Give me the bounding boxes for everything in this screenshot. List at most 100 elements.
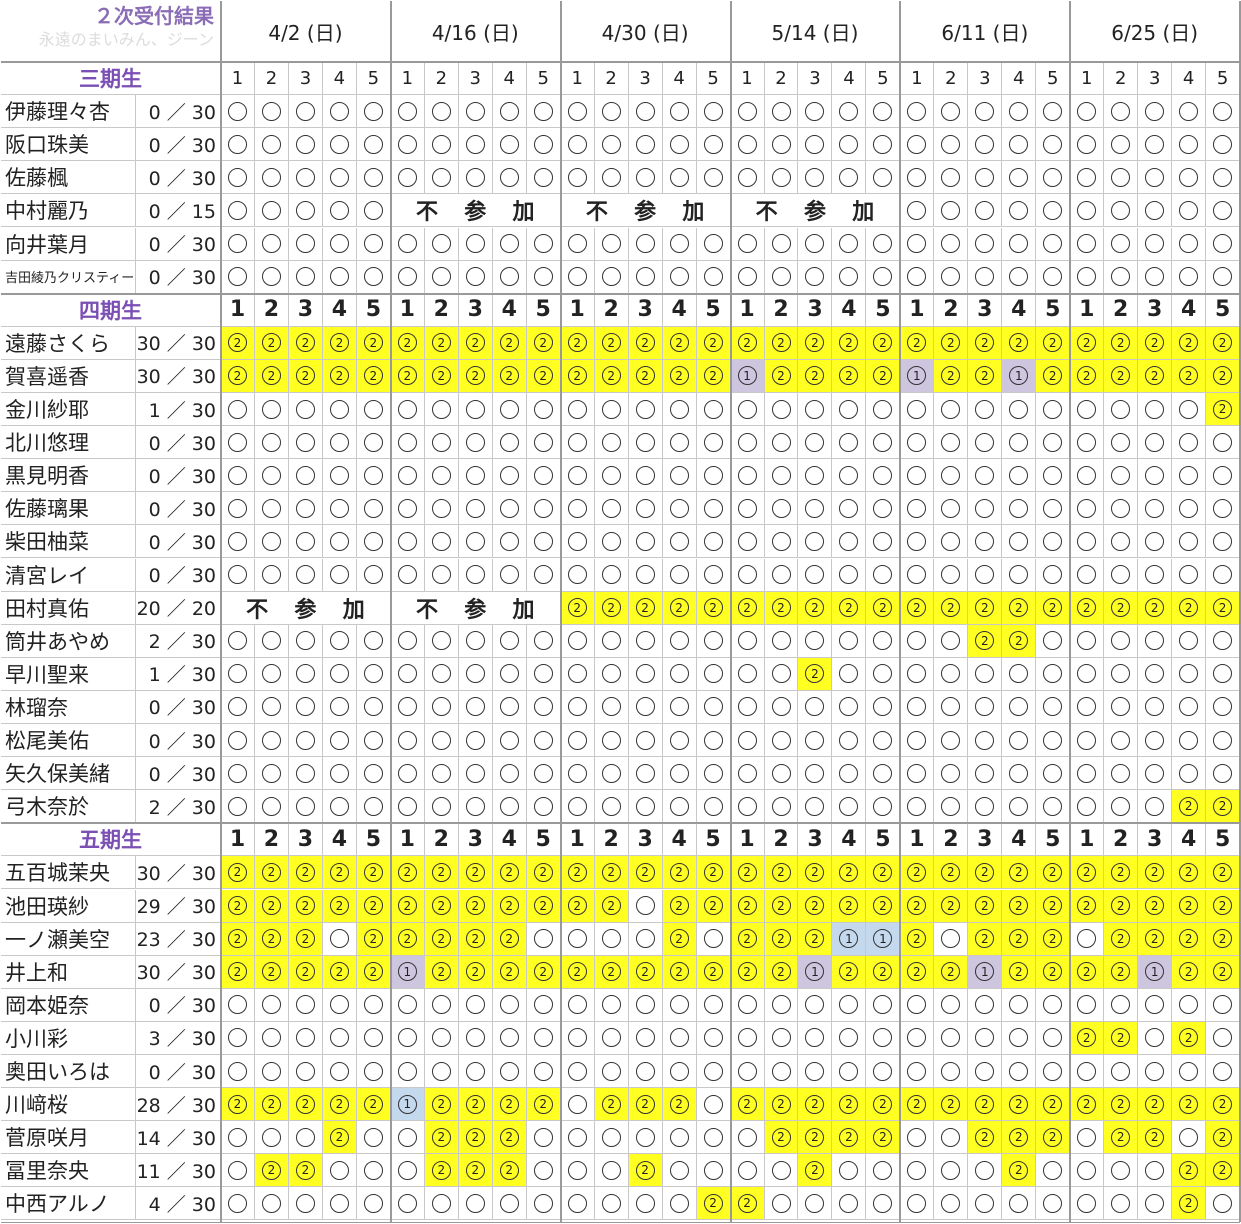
no-ticket-icon — [1077, 1160, 1097, 1180]
result-cell — [764, 492, 799, 526]
no-ticket-icon — [1009, 267, 1029, 287]
no-ticket-icon — [703, 432, 723, 452]
result-cell — [968, 459, 1003, 493]
two-tickets-icon: 2 — [431, 1160, 451, 1180]
result-cell — [288, 95, 323, 129]
result-cell: 2 — [1104, 359, 1139, 393]
no-ticket-icon — [465, 465, 485, 485]
no-ticket-icon — [975, 1028, 995, 1048]
result-cell — [594, 459, 629, 493]
part-number: 5 — [356, 62, 391, 96]
result-cell: 2 — [356, 889, 391, 923]
part-number: 3 — [628, 62, 663, 96]
result-cell — [594, 624, 629, 658]
result-cell — [798, 161, 833, 195]
result-cell — [832, 624, 867, 658]
result-cell — [1104, 790, 1139, 824]
result-cell — [424, 95, 459, 129]
result-cell: 2 — [730, 955, 765, 989]
no-ticket-icon — [635, 167, 655, 187]
result-cell — [832, 1187, 867, 1221]
result-cell — [594, 690, 629, 724]
result-cell — [1002, 194, 1037, 228]
no-ticket-icon — [941, 697, 961, 717]
two-tickets-icon: 2 — [805, 333, 825, 353]
no-ticket-icon — [533, 498, 553, 518]
no-ticket-icon — [771, 498, 791, 518]
result-cell — [1138, 95, 1173, 129]
result-cell — [764, 757, 799, 791]
result-cell: 2 — [662, 359, 697, 393]
result-cell: 2 — [492, 856, 527, 890]
result-cell — [662, 260, 697, 294]
no-ticket-icon — [907, 1160, 927, 1180]
no-ticket-icon — [261, 134, 281, 154]
no-ticket-icon — [601, 465, 621, 485]
result-cell — [424, 657, 459, 691]
result-cell — [730, 624, 765, 658]
result-cell — [798, 227, 833, 261]
no-ticket-icon — [1043, 565, 1063, 585]
two-tickets-icon: 2 — [839, 366, 859, 386]
result-cell — [798, 1055, 833, 1089]
result-cell — [254, 260, 289, 294]
result-cell — [730, 657, 765, 691]
ticket-count-text: 0 ／ 30 — [148, 234, 216, 257]
result-cell — [560, 558, 595, 592]
no-ticket-icon — [567, 796, 587, 816]
result-cell: 2 — [1002, 922, 1037, 956]
no-ticket-icon — [1145, 565, 1165, 585]
result-cell — [390, 1055, 425, 1089]
result-cell — [662, 1055, 697, 1089]
result-cell — [662, 426, 697, 460]
result-cell: 2 — [526, 359, 561, 393]
two-tickets-icon: 2 — [635, 862, 655, 882]
generation-divider — [1, 61, 1239, 63]
result-cell — [832, 161, 867, 195]
no-ticket-icon — [567, 1193, 587, 1213]
result-cell: 2 — [1206, 1088, 1241, 1122]
result-cell — [730, 128, 765, 162]
no-ticket-icon — [1077, 929, 1097, 949]
result-cell — [390, 724, 425, 758]
no-ticket-icon — [329, 763, 349, 783]
part-number: 1 — [221, 823, 255, 857]
result-cell — [1172, 128, 1207, 162]
result-cell — [526, 690, 561, 724]
result-cell — [764, 1154, 799, 1188]
result-cell — [934, 426, 969, 460]
two-tickets-icon: 2 — [771, 962, 791, 982]
result-cell: 2 — [1172, 1187, 1207, 1221]
two-tickets-icon: 2 — [1213, 962, 1233, 982]
result-cell — [526, 757, 561, 791]
two-tickets-icon: 2 — [465, 1127, 485, 1147]
result-cell: 2 — [254, 889, 289, 923]
result-cell — [900, 1187, 935, 1221]
no-ticket-icon — [601, 929, 621, 949]
page-subtitle: 永遠のまいみん、ジーン — [38, 30, 214, 49]
no-ticket-icon — [499, 134, 519, 154]
result-cell — [696, 624, 731, 658]
ticket-count: 30 ／ 30 — [136, 326, 221, 360]
no-ticket-icon — [329, 631, 349, 651]
two-tickets-icon: 2 — [295, 1094, 315, 1114]
no-ticket-icon — [1145, 432, 1165, 452]
no-ticket-icon — [431, 697, 451, 717]
no-ticket-icon — [1077, 730, 1097, 750]
result-cell — [560, 790, 595, 824]
two-tickets-icon: 2 — [465, 333, 485, 353]
no-ticket-icon — [975, 234, 995, 254]
result-cell — [594, 1154, 629, 1188]
no-ticket-icon — [669, 1127, 689, 1147]
result-cell — [322, 1021, 357, 1055]
result-cell — [696, 988, 731, 1022]
no-ticket-icon — [261, 1127, 281, 1147]
no-ticket-icon — [873, 134, 893, 154]
result-cell — [1138, 492, 1173, 526]
result-cell — [628, 757, 663, 791]
no-ticket-icon — [363, 1193, 383, 1213]
result-cell — [764, 459, 799, 493]
no-ticket-icon — [533, 234, 553, 254]
result-cell — [832, 525, 867, 559]
result-cell: 2 — [968, 1121, 1003, 1155]
